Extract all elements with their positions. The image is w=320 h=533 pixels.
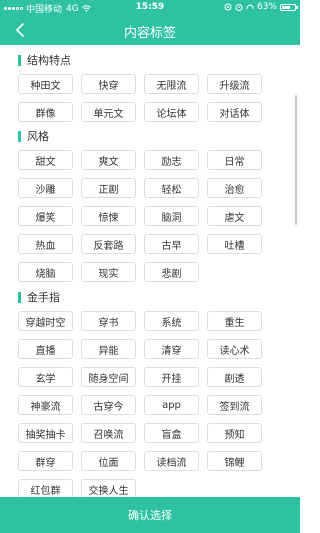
- status-bar: 中国移动 4G 15:59 63%: [0, 0, 300, 15]
- tag-button[interactable]: 位面: [81, 451, 136, 471]
- tag-button[interactable]: 无限流: [144, 74, 199, 94]
- tag-grid: 种田文 快穿 无限流 升级流群像 单元文 论坛体 对话体: [18, 74, 262, 122]
- tag-button[interactable]: 神豪流: [18, 395, 73, 415]
- tag-button[interactable]: 随身空间: [81, 367, 136, 387]
- section-title: 结构特点: [27, 54, 71, 67]
- tag-button[interactable]: 脑洞: [144, 206, 199, 226]
- status-icons: 63%: [224, 2, 298, 12]
- tag-button[interactable]: 穿书: [81, 311, 136, 331]
- section-accent-bar: [18, 291, 21, 303]
- headphones-icon: [246, 4, 254, 9]
- section-title: 风格: [27, 130, 49, 143]
- tag-button[interactable]: 励志: [144, 150, 199, 170]
- alarm-icon: [235, 4, 243, 11]
- tag-button[interactable]: 异能: [81, 339, 136, 359]
- tag-button[interactable]: 剧透: [207, 367, 262, 387]
- tag-button[interactable]: 召唤流: [81, 423, 136, 443]
- tag-grid: 穿越时空 穿书 系统 重生直播 异能 清穿 读心术玄学 随身空间 开挂 剧透神豪流 古穿今 app 签到…: [18, 311, 262, 497]
- scrollbar[interactable]: [295, 95, 297, 225]
- tag-button[interactable]: 正剧: [81, 178, 136, 198]
- tag-button[interactable]: 快穿: [81, 74, 136, 94]
- tag-button[interactable]: 甜文: [18, 150, 73, 170]
- page-title: 内容标签: [123, 26, 176, 41]
- tag-button[interactable]: app: [144, 395, 199, 415]
- tag-button[interactable]: 开挂: [144, 367, 199, 387]
- tag-button[interactable]: 爽文: [81, 150, 136, 170]
- tag-list: 结构特点 种田文 快穿 无限流 升级流群像 单元文 论坛体 对话体 风格 甜文 爽文 励志 日常沙…: [0, 45, 300, 497]
- tag-button[interactable]: 现实: [81, 262, 136, 282]
- section-accent-bar: [18, 54, 21, 66]
- section-structure: 结构特点 种田文 快穿 无限流 升级流群像 单元文 论坛体 对话体: [0, 53, 262, 122]
- tag-button[interactable]: 盲盒: [144, 423, 199, 443]
- section-title: 金手指: [27, 291, 60, 304]
- tag-button[interactable]: 热血: [18, 234, 73, 254]
- tag-grid: 甜文 爽文 励志 日常沙雕 正剧 轻松 治愈爆笑 惊悚 脑洞 虐文热血 反套路 古早 吐槽烧脑 现实 悲剧: [18, 150, 262, 282]
- tag-button[interactable]: 玄学: [18, 367, 73, 387]
- tag-button[interactable]: 吐槽: [207, 234, 262, 254]
- section-golden-finger: 金手指 穿越时空 穿书 系统 重生直播 异能 清穿 读心术玄学 随身空间 开挂 剧透神豪流 古穿今 a…: [0, 290, 262, 497]
- tag-button[interactable]: 悲剧: [144, 262, 199, 282]
- tag-button[interactable]: 虐文: [207, 206, 262, 226]
- tag-button[interactable]: 签到流: [207, 395, 262, 415]
- tag-button[interactable]: 交换人生: [81, 479, 136, 497]
- tag-button[interactable]: 种田文: [18, 74, 73, 94]
- tag-button[interactable]: 单元文: [81, 102, 136, 122]
- section-header: 金手指: [18, 290, 262, 304]
- confirm-selection-button[interactable]: 确认选择: [0, 497, 300, 533]
- battery-icon: [280, 3, 298, 11]
- tag-button[interactable]: 读心术: [207, 339, 262, 359]
- tag-button[interactable]: 读档流: [144, 451, 199, 471]
- tag-button[interactable]: 重生: [207, 311, 262, 331]
- tag-button[interactable]: 穿越时空: [18, 311, 73, 331]
- navigation-bar: 内容标签: [0, 15, 300, 45]
- tag-button[interactable]: 古穿今: [81, 395, 136, 415]
- tag-button[interactable]: 升级流: [207, 74, 262, 94]
- section-header: 风格: [18, 129, 262, 143]
- tag-button[interactable]: 群穿: [18, 451, 73, 471]
- tag-button[interactable]: 群像: [18, 102, 73, 122]
- section-style: 风格 甜文 爽文 励志 日常沙雕 正剧 轻松 治愈爆笑 惊悚 脑洞 虐文热血 反套路 古早 吐槽烧脑 现实…: [0, 129, 262, 282]
- section-header: 结构特点: [18, 53, 262, 67]
- section-accent-bar: [18, 130, 21, 142]
- tag-button[interactable]: 直播: [18, 339, 73, 359]
- tag-button[interactable]: 对话体: [207, 102, 262, 122]
- tag-button[interactable]: 轻松: [144, 178, 199, 198]
- tag-button[interactable]: 古早: [144, 234, 199, 254]
- tag-button[interactable]: 抽奖抽卡: [18, 423, 73, 443]
- tag-button[interactable]: 清穿: [144, 339, 199, 359]
- tag-button[interactable]: 惊悚: [81, 206, 136, 226]
- tag-button[interactable]: 反套路: [81, 234, 136, 254]
- battery-percent: 63%: [256, 2, 277, 12]
- tag-button[interactable]: 治愈: [207, 178, 262, 198]
- tag-button[interactable]: 论坛体: [144, 102, 199, 122]
- tag-button[interactable]: 日常: [207, 150, 262, 170]
- tag-button[interactable]: 爆笑: [18, 206, 73, 226]
- tag-button[interactable]: 预知: [207, 423, 262, 443]
- tag-button[interactable]: 系统: [144, 311, 199, 331]
- location-icon: [224, 3, 232, 11]
- tag-button[interactable]: 沙雕: [18, 178, 73, 198]
- tag-button[interactable]: 锦鲤: [207, 451, 262, 471]
- tag-button[interactable]: 烧脑: [18, 262, 73, 282]
- tag-button[interactable]: 红包群: [18, 479, 73, 497]
